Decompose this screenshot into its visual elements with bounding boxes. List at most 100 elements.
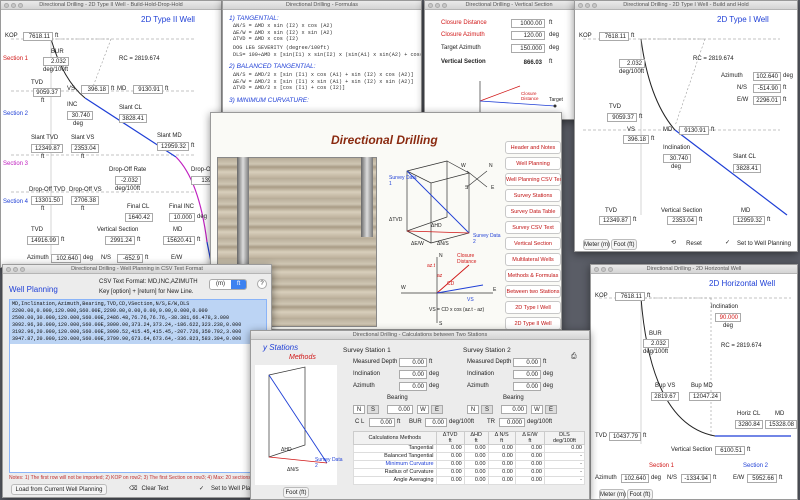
md-field[interactable]: 9130.91 bbox=[679, 126, 709, 135]
foot-button[interactable]: Foot (ft) bbox=[611, 239, 637, 250]
target-azimuth-field[interactable]: 150.000 bbox=[511, 44, 545, 53]
slant-cl-field[interactable]: 3828.41 bbox=[119, 114, 147, 123]
set-well-planning-button[interactable]: Set to Well Planning bbox=[733, 239, 795, 250]
final-tvd-field[interactable]: 14916.99 bbox=[27, 236, 59, 245]
final-md-field[interactable]: 12959.32 bbox=[733, 216, 765, 225]
foot-button[interactable]: Foot (ft) bbox=[627, 489, 653, 499]
station1-az-field[interactable]: 0.00 bbox=[399, 382, 427, 391]
title-bar[interactable]: Directional Drilling - 2D Type II Well -… bbox=[1, 1, 221, 10]
menu-item[interactable]: Survey CSV Text bbox=[505, 221, 561, 234]
closure-azimuth-field[interactable]: 120.00 bbox=[511, 31, 545, 40]
slant-tvd-field[interactable]: 12349.87 bbox=[31, 144, 63, 153]
inc-field[interactable]: 30.740 bbox=[67, 111, 93, 120]
station2-inc-field[interactable]: 0.00 bbox=[513, 370, 541, 379]
azimuth-field[interactable]: 102.640 bbox=[51, 254, 81, 263]
station1-md-field[interactable]: 0.00 bbox=[399, 358, 427, 367]
drop-rate-field[interactable]: -2.032 bbox=[115, 176, 141, 185]
ns-field[interactable]: -514.90 bbox=[753, 84, 781, 93]
bur-field[interactable]: 2.032 bbox=[619, 59, 645, 68]
title-bar[interactable]: Directional Drilling - Formulas bbox=[223, 1, 421, 10]
bup-vs-field[interactable]: 2819.67 bbox=[651, 392, 679, 401]
md-field[interactable]: 9130.91 bbox=[133, 85, 163, 94]
station1-inc-field[interactable]: 0.00 bbox=[399, 370, 427, 379]
title-bar[interactable]: Directional Drilling - 2D Type I Well - … bbox=[575, 1, 797, 10]
horiz-cl-field[interactable]: 3280.84 bbox=[735, 420, 763, 429]
inclination-field[interactable]: 90.000 bbox=[715, 313, 741, 322]
s2-ns-selector[interactable]: N bbox=[467, 405, 479, 414]
meter-button[interactable]: Meter (m) bbox=[599, 489, 626, 499]
menu-item[interactable]: Survey Data Table bbox=[505, 205, 561, 218]
s2-ew-selector[interactable]: W bbox=[531, 405, 543, 414]
ns-field[interactable]: -652.9 bbox=[117, 254, 143, 263]
vs-field[interactable]: 396.18 bbox=[81, 85, 109, 94]
title-bar[interactable]: Directional Drilling - Well Planning in … bbox=[3, 265, 271, 274]
compass-s-label: S bbox=[439, 321, 443, 327]
segment-foot[interactable]: ft bbox=[231, 280, 247, 289]
menu-item[interactable]: 2D Type I Well bbox=[505, 301, 561, 314]
ew-field[interactable]: 2296.01 bbox=[753, 96, 781, 105]
menu-item[interactable]: Multilateral Wells bbox=[505, 253, 561, 266]
slant-vs-field[interactable]: 2353.04 bbox=[71, 144, 99, 153]
closure-azimuth-label: Closure Azimuth bbox=[441, 32, 485, 38]
azimuth-field[interactable]: 102.640 bbox=[621, 474, 649, 483]
print-icon[interactable]: ⎙ bbox=[571, 353, 577, 361]
drop-vs-field[interactable]: 2706.38 bbox=[71, 196, 99, 205]
title-bar[interactable]: Directional Drilling - Calculations betw… bbox=[251, 331, 589, 340]
s1-ew-selector-e[interactable]: E bbox=[431, 405, 443, 414]
meter-button[interactable]: Meter (m) bbox=[583, 239, 610, 250]
menu-item[interactable]: Vertical Section bbox=[505, 237, 561, 250]
menu-item[interactable]: Well Planning CSV Text bbox=[505, 173, 561, 186]
md-field[interactable]: 15328.08 bbox=[765, 420, 797, 429]
inclination-field[interactable]: 30.740 bbox=[663, 154, 691, 163]
title-bar[interactable]: Directional Drilling - Vertical Section bbox=[425, 1, 593, 10]
final-inc-field[interactable]: 10.000 bbox=[169, 213, 195, 222]
s1-bearing-field[interactable]: 0.00 bbox=[387, 405, 413, 414]
clear-text-button[interactable]: Clear Text bbox=[137, 484, 173, 495]
menu-item[interactable]: Survey Stations bbox=[505, 189, 561, 202]
csv-text-area[interactable]: MD,Inclination,Azimuth,Bearing,TVD,CD,VS… bbox=[9, 299, 267, 473]
station2-md-field[interactable]: 0.00 bbox=[513, 358, 541, 367]
s2-ew-selector-e[interactable]: E bbox=[545, 405, 557, 414]
menu-item[interactable]: 2D Type II Well bbox=[505, 317, 561, 329]
s1-ns-selector-s[interactable]: S bbox=[367, 405, 379, 414]
kop-field[interactable]: 7618.11 bbox=[615, 292, 645, 301]
segment-meter[interactable]: (m) bbox=[210, 280, 231, 289]
tvd-field[interactable]: 9059.37 bbox=[607, 113, 637, 122]
ns-field[interactable]: -1334.94 bbox=[681, 474, 711, 483]
s1-ew-selector[interactable]: W bbox=[417, 405, 429, 414]
s1-ns-selector[interactable]: N bbox=[353, 405, 365, 414]
closure-distance-field[interactable]: 1000.00 bbox=[511, 19, 545, 28]
slant-cl-field[interactable]: 3828.41 bbox=[733, 164, 761, 173]
bup-md-field[interactable]: 12047.24 bbox=[689, 392, 721, 401]
final-cl-field[interactable]: 1640.42 bbox=[125, 213, 153, 222]
final-md-field[interactable]: 15620.41 bbox=[163, 236, 195, 245]
s2-bearing-field[interactable]: 0.00 bbox=[501, 405, 527, 414]
kop-field[interactable]: 7618.11 bbox=[23, 32, 53, 41]
bur-field[interactable]: 2.032 bbox=[43, 57, 69, 66]
final-tvd-field[interactable]: 12349.87 bbox=[599, 216, 631, 225]
load-from-planning-button[interactable]: Load from Current Well Planning bbox=[11, 484, 107, 495]
help-button[interactable]: ? bbox=[257, 279, 267, 289]
foot-button[interactable]: Foot (ft) bbox=[283, 487, 309, 498]
tvd-field[interactable]: 9059.37 bbox=[33, 88, 61, 97]
kop-field[interactable]: 7618.11 bbox=[599, 32, 629, 41]
drop-tvd-field[interactable]: 13301.50 bbox=[31, 196, 63, 205]
bur-field[interactable]: 2.032 bbox=[643, 339, 669, 348]
reset-button[interactable]: Reset bbox=[679, 239, 709, 250]
menu-item[interactable]: Methods & Formulas bbox=[505, 269, 561, 282]
azimuth-field[interactable]: 102.640 bbox=[753, 72, 781, 81]
vs-field[interactable]: 396.18 bbox=[623, 135, 649, 144]
unit-label: deg bbox=[83, 255, 94, 261]
menu-item[interactable]: Header and Notes bbox=[505, 141, 561, 154]
vertical-section-field[interactable]: 2353.04 bbox=[667, 216, 697, 225]
slant-md-field[interactable]: 12959.32 bbox=[157, 142, 189, 151]
title-bar[interactable]: Directional Drilling - 2D Horizontal Wel… bbox=[591, 265, 797, 274]
s2-ns-selector-s[interactable]: S bbox=[481, 405, 493, 414]
vertical-section-field[interactable]: 2991.24 bbox=[105, 236, 135, 245]
tvd-field[interactable]: 10437.79 bbox=[609, 432, 641, 441]
station2-az-field[interactable]: 0.00 bbox=[513, 382, 541, 391]
vertical-section-field[interactable]: 6100.51 bbox=[715, 446, 745, 455]
menu-item[interactable]: Between two Stations bbox=[505, 285, 561, 298]
menu-item[interactable]: Well Planning bbox=[505, 157, 561, 170]
ew-field[interactable]: 5952.66 bbox=[747, 474, 777, 483]
